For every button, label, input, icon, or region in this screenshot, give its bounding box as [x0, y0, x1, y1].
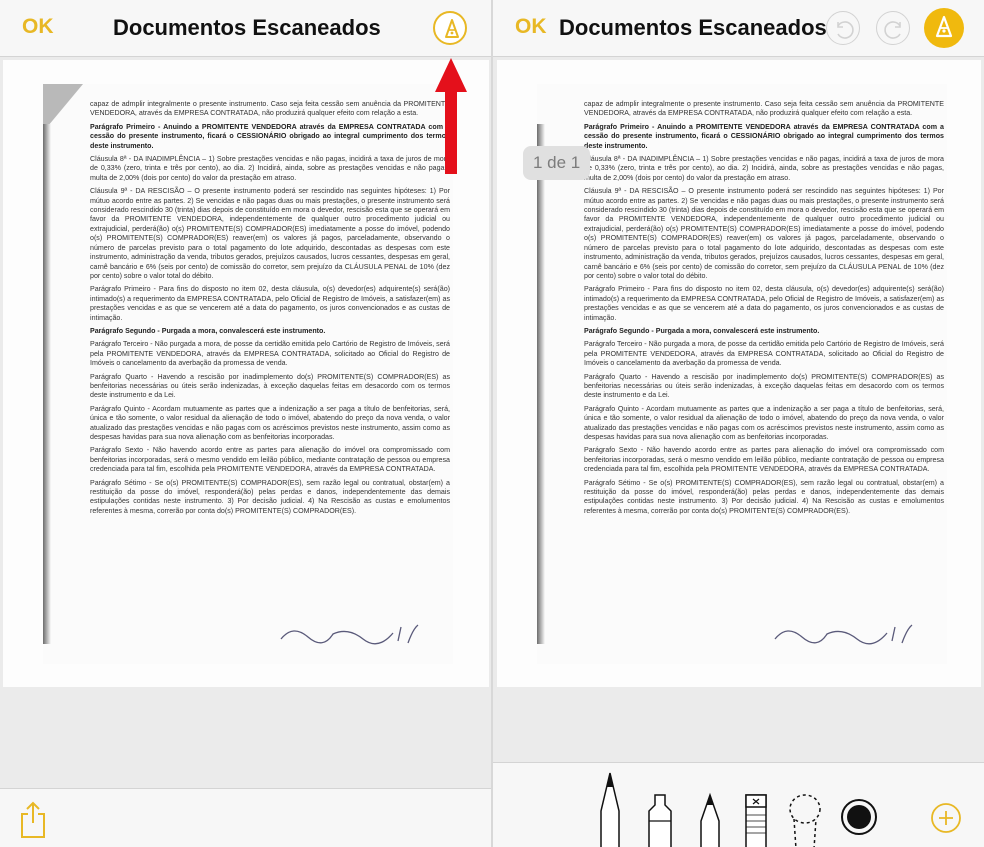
doc-paragraph: Parágrafo Quinto - Acordam mutuamente as…: [90, 404, 450, 441]
marker-tool-icon[interactable]: [643, 791, 677, 847]
doc-paragraph: Parágrafo Primeiro - Anuindo a PROMITENT…: [584, 122, 944, 150]
document-paper: capaz de admplir integralmente o present…: [537, 84, 947, 664]
pencil-tool-icon[interactable]: [693, 791, 727, 847]
redo-button[interactable]: [876, 11, 910, 45]
undo-icon: [837, 21, 854, 39]
doc-paragraph: Parágrafo Primeiro - Para fins do dispos…: [90, 285, 450, 322]
doc-paragraph: Parágrafo Primeiro - Para fins do dispos…: [584, 285, 944, 322]
markup-button-active[interactable]: [924, 8, 964, 48]
doc-paragraph: Parágrafo Sétimo - Se o(s) PROMITENTE(S)…: [90, 478, 450, 515]
color-picker-icon[interactable]: [839, 797, 879, 837]
doc-paragraph: capaz de admplir integralmente o present…: [90, 100, 450, 118]
doc-paragraph: Parágrafo Quarto - Havendo a rescisão po…: [90, 372, 450, 400]
doc-paragraph: Cláusula 9ª - DA RESCISÃO – O presente i…: [90, 187, 450, 280]
ok-button[interactable]: OK: [22, 15, 54, 39]
markup-pen-icon: [445, 19, 459, 38]
ok-button[interactable]: OK: [515, 15, 547, 39]
page-counter: 1 de 1: [523, 146, 591, 180]
nav-title: Documentos Escaneados: [113, 15, 381, 40]
doc-paragraph: Parágrafo Sexto - Não havendo acordo ent…: [584, 446, 944, 474]
doc-paragraph: capaz de admplir integralmente o present…: [584, 100, 944, 118]
markup-pen-icon: [935, 15, 953, 38]
doc-paragraph: Parágrafo Terceiro - Não purgada a mora,…: [584, 340, 944, 368]
nav-bar: OK Documentos Escaneados: [0, 0, 491, 57]
lasso-tool-icon[interactable]: [786, 791, 824, 847]
doc-paragraph: Parágrafo Primeiro - Anuindo a PROMITENT…: [90, 122, 450, 150]
doc-paragraph: Parágrafo Sexto - Não havendo acordo ent…: [90, 446, 450, 474]
doc-paragraph: Cláusula 9ª - DA RESCISÃO – O presente i…: [584, 187, 944, 280]
signature-mark: [774, 624, 913, 645]
doc-paragraph: Cláusula 8ª - DA INADIMPLÊNCIA – 1) Sobr…: [90, 155, 450, 182]
pen-tool-icon[interactable]: [593, 771, 627, 847]
doc-paragraph: Parágrafo Sétimo - Se o(s) PROMITENTE(S)…: [584, 478, 944, 515]
markup-toolbar: [493, 762, 984, 847]
doc-paragraph: Parágrafo Terceiro - Não purgada a mora,…: [90, 340, 450, 368]
undo-button[interactable]: [826, 11, 860, 45]
markup-button[interactable]: [433, 11, 467, 45]
add-icon[interactable]: [929, 801, 963, 835]
scanned-page[interactable]: capaz de admplir integralmente o present…: [497, 60, 981, 687]
left-screen: OK Documentos Escaneados capaz de admpli…: [0, 0, 491, 847]
scanned-page[interactable]: capaz de admplir integralmente o present…: [3, 60, 489, 687]
doc-paragraph: Parágrafo Quinto - Acordam mutuamente as…: [584, 404, 944, 441]
nav-title: Documentos Escaneados: [559, 15, 827, 40]
doc-paragraph: Cláusula 8ª - DA INADIMPLÊNCIA – 1) Sobr…: [584, 155, 944, 182]
document-text: capaz de admplir integralmente o present…: [90, 100, 450, 520]
doc-paragraph: Parágrafo Quarto - Havendo a rescisão po…: [584, 372, 944, 400]
right-screen: OK Documentos Escaneados capaz de admpli…: [493, 0, 984, 847]
doc-paragraph: Parágrafo Segundo - Purgada a mora, conv…: [90, 326, 326, 335]
eraser-tool-icon[interactable]: [741, 791, 771, 847]
redo-icon: [884, 21, 901, 39]
arrow-up-icon: [435, 58, 467, 174]
signature-mark: [280, 624, 419, 645]
share-icon[interactable]: [18, 799, 48, 839]
page-shadow: [537, 124, 545, 644]
page-shadow: [43, 124, 51, 644]
document-text: capaz de admplir integralmente o present…: [584, 100, 944, 520]
doc-paragraph: Parágrafo Segundo - Purgada a mora, conv…: [584, 326, 820, 335]
nav-bar: OK Documentos Escaneados: [493, 0, 984, 57]
bottom-bar: [0, 788, 491, 847]
document-paper: capaz de admplir integralmente o present…: [43, 84, 453, 664]
